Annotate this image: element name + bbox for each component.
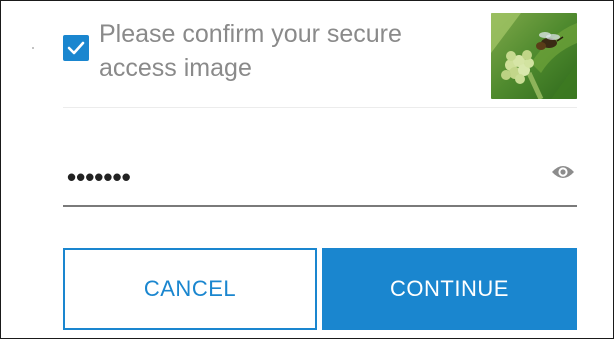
- login-card: Please confirm your secure access image: [0, 0, 614, 339]
- eye-icon[interactable]: [551, 163, 575, 181]
- confirm-label: Please confirm your secure access image: [99, 20, 402, 82]
- checkmark-icon: [67, 41, 85, 55]
- cancel-button[interactable]: CANCEL: [63, 248, 317, 330]
- edge-dot: [32, 47, 34, 49]
- password-masked-value: •••••••: [67, 162, 131, 192]
- secure-image-confirm-row: Please confirm your secure access image: [63, 13, 577, 99]
- password-underline: [63, 205, 577, 207]
- password-field[interactable]: •••••••: [63, 151, 577, 207]
- continue-button[interactable]: CONTINUE: [322, 248, 577, 330]
- confirm-checkbox[interactable]: [63, 35, 89, 61]
- row-divider: [63, 107, 577, 108]
- secure-access-image: [491, 13, 577, 99]
